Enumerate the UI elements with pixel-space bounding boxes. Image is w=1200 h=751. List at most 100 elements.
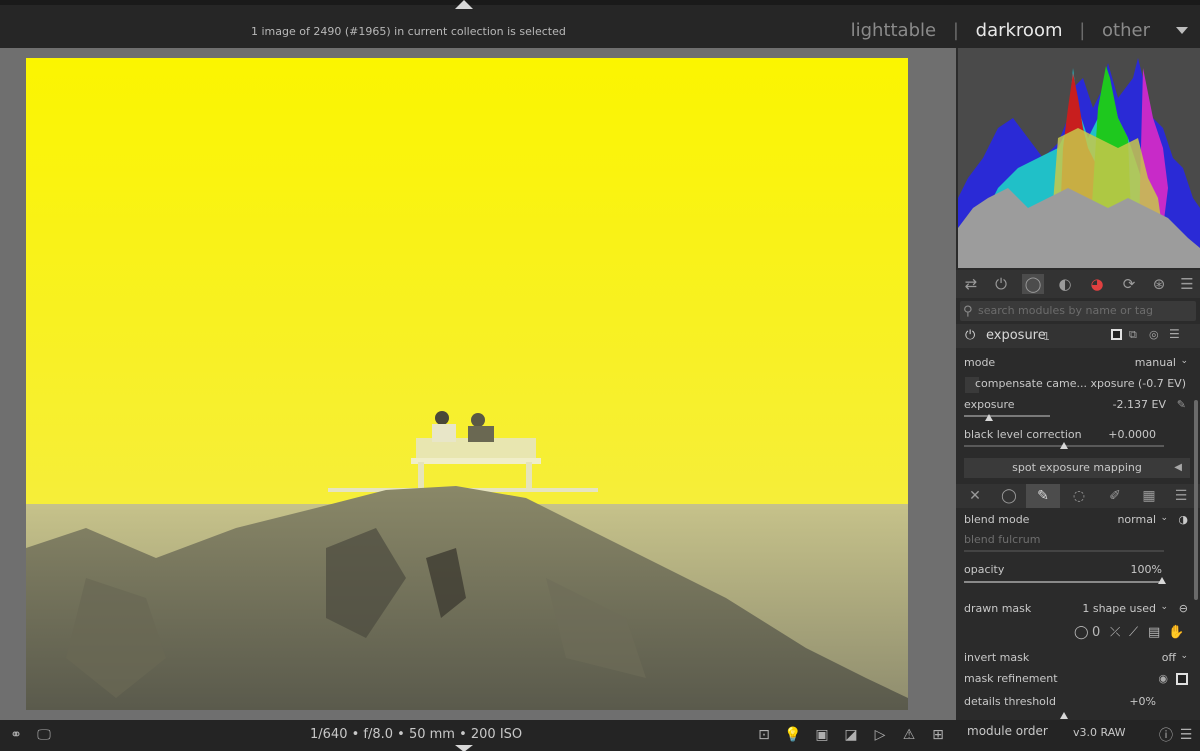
- bottom-bar: ⚭ 🖵 1/640 • f/8.0 • 50 mm • 200 ISO ⊡ 💡 …: [0, 720, 1200, 751]
- collection-info: 1 image of 2490 (#1965) in current colle…: [251, 25, 566, 38]
- details-threshold-label: details threshold: [964, 695, 1056, 708]
- mode-label: mode: [964, 356, 996, 369]
- blend-fulcrum-slider[interactable]: blend fulcrum: [964, 533, 1190, 552]
- exposure-module-header[interactable]: ⏻ exposure 1 ⧉ ◎ ☰: [956, 324, 1200, 348]
- module-order-reset-icon[interactable]: ⓘ: [1156, 725, 1176, 745]
- details-threshold-slider[interactable]: details threshold +0%: [964, 695, 1190, 719]
- collapse-top-panel-arrow[interactable]: [455, 0, 473, 9]
- multi-instance-icon[interactable]: ⧉: [1129, 328, 1137, 342]
- mask-toggle-icon[interactable]: [1176, 673, 1188, 685]
- mask-indicator-icon[interactable]: [1111, 329, 1122, 340]
- shape-tools-row: ◯ 0 ⤫ ⟋ ▤ ✋: [964, 624, 1190, 644]
- module-power-icon[interactable]: ⏻: [965, 328, 975, 343]
- spot-exposure-mapping-label: spot exposure mapping: [1012, 461, 1142, 474]
- chevron-down-icon: ⌄: [1180, 356, 1188, 366]
- mode-row[interactable]: mode manual ⌄: [964, 356, 1190, 374]
- view-separator: |: [952, 20, 959, 41]
- compensate-camera-exposure-row[interactable]: compensate came... xposure (-0.7 EV): [964, 377, 1190, 395]
- gradient-shape-icon[interactable]: ▤: [1148, 625, 1160, 640]
- active-modules-icon[interactable]: ⏻: [990, 274, 1012, 294]
- opacity-slider[interactable]: opacity 100%: [964, 563, 1190, 584]
- parametric-mask-icon[interactable]: ◌: [1062, 484, 1096, 508]
- opacity-label: opacity: [964, 563, 1005, 576]
- base-group-icon[interactable]: ◯: [1022, 274, 1044, 294]
- uniform-blend-icon[interactable]: ◯: [992, 484, 1026, 508]
- blend-off-icon[interactable]: ✕: [958, 484, 992, 508]
- mask-refinement-row[interactable]: mask refinement ◉: [964, 672, 1190, 690]
- drawn-mask-row[interactable]: drawn mask 1 shape used ⌄ ⊖: [964, 602, 1190, 620]
- raw-overexposed-icon[interactable]: ▣: [812, 725, 832, 745]
- black-level-correction-slider[interactable]: black level correction +0.0000: [964, 428, 1190, 449]
- presets-icon[interactable]: ☰: [1169, 327, 1180, 341]
- chevron-down-icon: ⌄: [1180, 651, 1188, 661]
- opacity-value: 100%: [1130, 563, 1162, 576]
- image-area: [0, 48, 956, 720]
- correct-group-icon[interactable]: ⟳: [1118, 274, 1140, 294]
- black-level-label: black level correction: [964, 428, 1082, 441]
- exposure-slider[interactable]: exposure -2.137 EV ✎: [964, 398, 1190, 421]
- mask-refinement-label: mask refinement: [964, 672, 1058, 685]
- invert-mask-label: invert mask: [964, 651, 1030, 664]
- presets-menu-icon[interactable]: ☰: [1176, 274, 1198, 294]
- module-order-label: module order: [967, 724, 1048, 738]
- mask-display-icon[interactable]: ⊖: [1179, 602, 1188, 615]
- drawn-mask-icon[interactable]: ✎: [1026, 484, 1060, 508]
- gamut-check-icon[interactable]: ⚠: [899, 725, 919, 745]
- blend-tabs: ✕ ◯ ✎ ◌ ✐ ▦ ☰: [956, 484, 1200, 508]
- quick-access-icon[interactable]: ⇄: [960, 274, 982, 294]
- exposure-label: exposure: [964, 398, 1015, 411]
- softproof-icon[interactable]: ▷: [870, 725, 890, 745]
- module-search-input[interactable]: ⚲ search modules by name or tag: [960, 301, 1196, 321]
- guides-icon[interactable]: ⊞: [928, 725, 948, 745]
- details-threshold-marker: [1060, 712, 1068, 719]
- module-instance: 1: [1043, 330, 1050, 343]
- ellipse-shape-icon[interactable]: 0: [1092, 625, 1100, 640]
- mode-value: manual: [1134, 356, 1176, 369]
- brush-shape-icon[interactable]: ⟋: [1129, 625, 1138, 640]
- effect-group-icon[interactable]: ⊛: [1148, 274, 1170, 294]
- top-bar: 1 image of 2490 (#1965) in current colle…: [0, 0, 1200, 48]
- invert-mask-row[interactable]: invert mask off ⌄: [964, 651, 1190, 669]
- drawn-parametric-mask-icon[interactable]: ✐: [1098, 484, 1132, 508]
- histogram-graph: [958, 58, 1200, 268]
- blend-presets-icon[interactable]: ☰: [1164, 484, 1198, 508]
- drawn-mask-value: 1 shape used: [1082, 602, 1156, 615]
- circle-shape-icon[interactable]: ◯: [1074, 625, 1089, 640]
- exif-info: 1/640 • f/8.0 • 50 mm • 200 ISO: [310, 727, 523, 742]
- photo-preview[interactable]: [26, 58, 908, 710]
- blend-mode-value: normal: [1117, 513, 1156, 526]
- view-switcher: lighttable | darkroom | other: [851, 20, 1150, 41]
- histogram[interactable]: [958, 48, 1200, 268]
- details-threshold-value: +0%: [1129, 695, 1156, 708]
- view-darkroom[interactable]: darkroom: [976, 20, 1063, 41]
- styles-icon[interactable]: ⚭: [6, 725, 26, 745]
- collapse-bottom-panel-arrow[interactable]: [455, 745, 473, 751]
- view-separator: |: [1079, 20, 1086, 41]
- views-dropdown-icon[interactable]: [1176, 27, 1188, 34]
- second-window-icon[interactable]: 🖵: [34, 725, 54, 745]
- tone-group-icon[interactable]: ◐: [1054, 274, 1076, 294]
- view-other[interactable]: other: [1102, 20, 1150, 41]
- module-name: exposure: [986, 328, 1046, 343]
- edit-shapes-icon[interactable]: ✋: [1168, 625, 1184, 640]
- view-lighttable[interactable]: lighttable: [851, 20, 936, 41]
- spot-exposure-mapping-button[interactable]: spot exposure mapping ◀: [964, 458, 1190, 478]
- module-order-presets-icon[interactable]: ☰: [1176, 725, 1196, 745]
- color-picker-icon[interactable]: ✎: [1177, 398, 1186, 411]
- invert-mask-value: off: [1161, 651, 1176, 664]
- reset-icon[interactable]: ◎: [1149, 328, 1159, 341]
- focus-peaking-icon[interactable]: ⊡: [754, 725, 774, 745]
- right-panel-scrollbar[interactable]: [1194, 400, 1198, 600]
- module-groups-bar: ⇄ ⏻ ◯ ◐ ◕ ⟳ ⊛ ☰: [956, 270, 1200, 298]
- module-order-value[interactable]: v3.0 RAW: [1073, 726, 1126, 739]
- blend-mode-label: blend mode: [964, 513, 1030, 526]
- blend-reverse-icon[interactable]: ◑: [1178, 513, 1188, 526]
- raster-mask-icon[interactable]: ▦: [1132, 484, 1166, 508]
- color-assessment-icon[interactable]: 💡: [783, 725, 803, 745]
- eye-icon[interactable]: ◉: [1158, 672, 1168, 685]
- blend-mode-row[interactable]: blend mode normal ⌄ ◑: [964, 513, 1190, 531]
- clipping-indicator-icon[interactable]: ◪: [841, 725, 861, 745]
- opacity-track: [964, 581, 1164, 583]
- path-shape-icon[interactable]: ⤫: [1110, 625, 1120, 640]
- color-group-icon[interactable]: ◕: [1086, 274, 1108, 294]
